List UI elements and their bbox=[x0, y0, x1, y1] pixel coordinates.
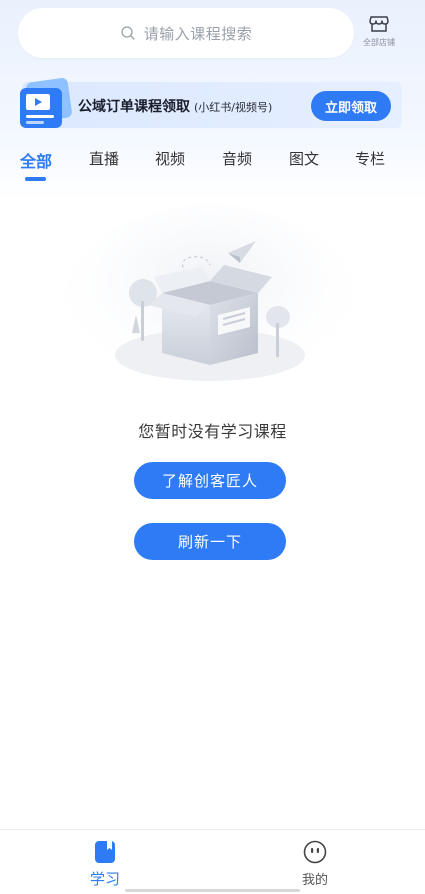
learn-more-button[interactable]: 了解创客匠人 bbox=[134, 462, 286, 499]
search-input[interactable]: 请输入课程搜索 bbox=[18, 8, 354, 58]
all-stores-button[interactable]: 全部店铺 bbox=[356, 14, 402, 54]
tab-all[interactable]: 全部 bbox=[20, 148, 52, 172]
nav-study-label: 学习 bbox=[89, 870, 120, 888]
refresh-button[interactable]: 刷新一下 bbox=[134, 523, 286, 560]
claim-now-button[interactable]: 立即领取 bbox=[311, 91, 391, 121]
search-placeholder: 请输入课程搜索 bbox=[143, 24, 253, 43]
tab-video[interactable]: 视频 bbox=[155, 148, 185, 169]
nav-study[interactable]: 学习 bbox=[80, 840, 130, 889]
video-course-icon bbox=[20, 78, 72, 128]
app-page: 请输入课程搜索 全部店铺 公域订单课程领取 (小红书/视频号) 立即领取 全部 … bbox=[0, 0, 425, 894]
tab-live[interactable]: 直播 bbox=[89, 148, 119, 169]
book-icon bbox=[95, 841, 115, 863]
all-stores-label: 全部店铺 bbox=[363, 38, 395, 47]
store-icon bbox=[369, 16, 389, 32]
bottom-navigation: 学习 我的 bbox=[0, 829, 425, 894]
nav-mine-label: 我的 bbox=[301, 873, 328, 888]
face-icon bbox=[303, 840, 327, 864]
tab-column[interactable]: 专栏 bbox=[355, 148, 385, 169]
banner-title: 公域订单课程领取 bbox=[78, 99, 190, 115]
banner-subtitle: (小红书/视频号) bbox=[194, 101, 273, 114]
empty-box-illustration bbox=[65, 205, 355, 395]
tab-audio[interactable]: 音频 bbox=[222, 148, 252, 169]
tab-article[interactable]: 图文 bbox=[289, 148, 319, 169]
nav-mine[interactable]: 我的 bbox=[290, 840, 340, 888]
home-indicator bbox=[125, 889, 300, 892]
search-icon bbox=[121, 26, 135, 40]
empty-state-message: 您暂时没有学习课程 bbox=[138, 422, 287, 441]
banner-text: 公域订单课程领取 (小红书/视频号) bbox=[78, 96, 272, 116]
active-tab-indicator bbox=[25, 177, 46, 181]
